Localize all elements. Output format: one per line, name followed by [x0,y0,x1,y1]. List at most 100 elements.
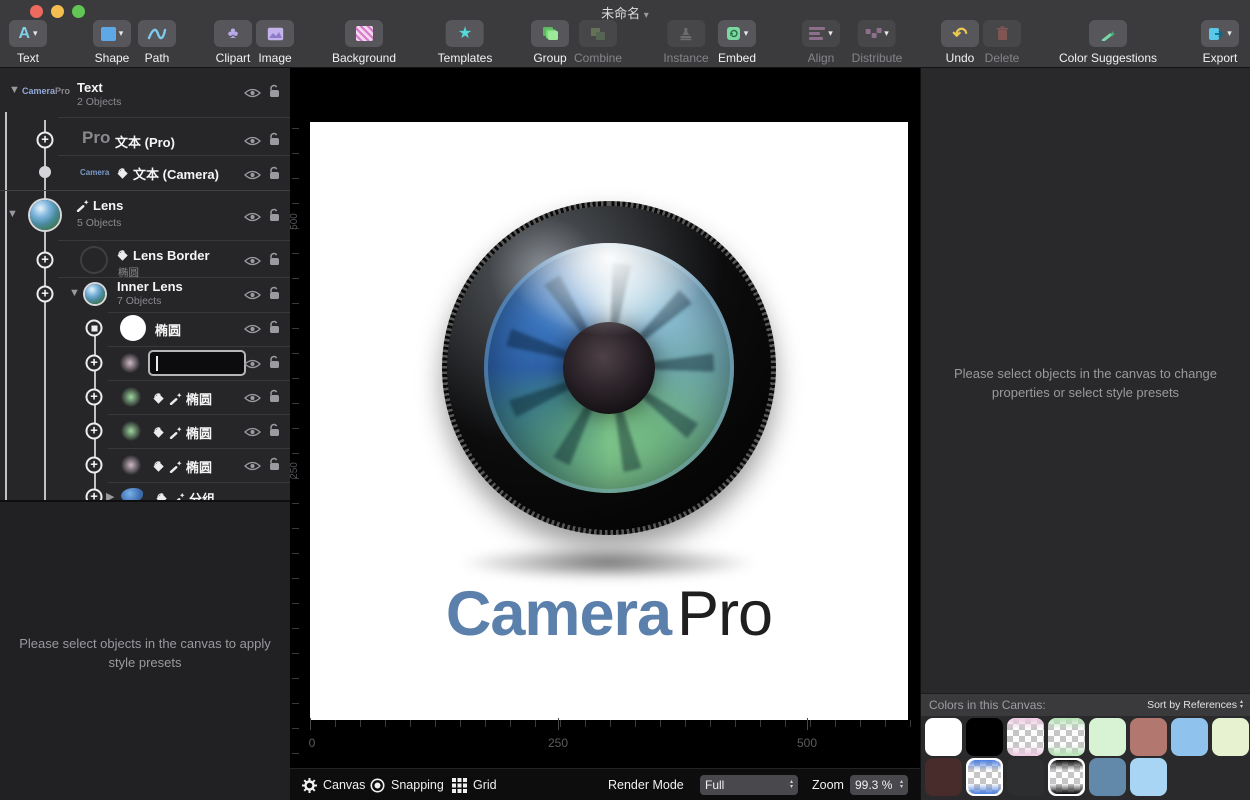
color-swatch[interactable] [1089,718,1126,756]
color-swatch[interactable] [1007,758,1044,796]
lock-icon[interactable] [267,132,281,151]
ruler-major-tick [558,718,559,730]
add-node-button[interactable]: + [86,355,103,372]
color-swatch[interactable] [1089,758,1126,796]
combine-icon [590,27,606,41]
add-node-button[interactable]: + [86,457,103,474]
snapping-toggle-label: Snapping [391,778,444,792]
wand-icon [172,492,185,500]
zoom-stepper[interactable]: 99.3 % ▴▾ [850,775,908,795]
toolbar-shape-button[interactable]: ▾ Shape [93,20,131,65]
disclosure-triangle-icon[interactable]: ▶ [106,490,114,500]
canvas-toggle[interactable]: Canvas [302,769,365,800]
text-icon: A [18,26,30,42]
visibility-eye-icon[interactable] [244,357,261,375]
toolbar-group-button[interactable]: Group [531,20,569,65]
lock-icon[interactable] [267,208,281,227]
lock-icon[interactable] [267,166,281,185]
render-mode-select[interactable]: Full ▴▾ [700,775,798,795]
layer-thumbnail [80,246,108,274]
color-swatch[interactable] [925,758,962,796]
lock-icon[interactable] [267,389,281,408]
lens-drop-shadow [458,546,758,580]
add-node-button[interactable]: + [86,389,103,406]
color-swatch[interactable] [925,718,962,756]
layer-rename-input[interactable] [148,350,246,376]
toolbar-background-button[interactable]: Background [332,20,396,65]
toolbar-distribute-button: ▾ Distribute [852,20,903,65]
visibility-eye-icon[interactable] [244,254,261,272]
layer-thumbnail [120,353,140,373]
lock-icon[interactable] [267,252,281,271]
toolbar-label: Embed [718,51,756,65]
toolbar-label: Instance [663,51,708,65]
color-swatch[interactable] [1048,758,1085,796]
add-node-button[interactable]: + [37,252,54,269]
toolbar-undo-button[interactable]: ↶ Undo [941,20,979,65]
chevron-down-icon: ▾ [644,10,649,21]
node-dot[interactable] [39,166,51,178]
toolbar-color-suggestions-button[interactable]: Color Suggestions [1059,20,1157,65]
row-separator [58,155,290,156]
style-presets-empty-message: Please select objects in the canvas to a… [15,635,275,673]
color-swatch[interactable] [1130,718,1167,756]
disclosure-triangle-icon[interactable]: ▼ [69,287,80,299]
add-node-button[interactable]: + [86,489,103,501]
color-swatch[interactable] [1171,718,1208,756]
canvas-area[interactable]: CameraPro 0 250 500 500 250 [290,68,920,768]
color-swatch[interactable] [966,718,1003,756]
visibility-eye-icon[interactable] [244,210,261,228]
embed-icon [726,26,741,41]
toolbar-path-button[interactable]: Path [138,20,176,65]
visibility-eye-icon[interactable] [244,391,261,409]
row-separator [58,117,290,118]
stop-node-button[interactable] [86,320,103,337]
visibility-eye-icon[interactable] [244,134,261,152]
lock-icon[interactable] [267,423,281,442]
toolbar-image-button[interactable]: Image [256,20,294,65]
disclosure-triangle-icon[interactable]: ▼ [7,208,18,220]
add-node-button[interactable]: + [86,423,103,440]
lock-icon[interactable] [267,320,281,339]
toolbar-clipart-button[interactable]: ♣ Clipart [214,20,252,65]
add-node-button[interactable]: + [37,286,54,303]
toolbar-export-button[interactable]: ▾ Export [1201,20,1239,65]
color-swatch[interactable] [1007,718,1044,756]
toolbar-embed-button[interactable]: ▾ Embed [718,20,756,65]
sort-by-references-select[interactable]: Sort by References▴▾ [1147,699,1243,711]
snapping-toggle[interactable]: Snapping [370,769,444,800]
chevron-down-icon: ▾ [884,29,889,38]
color-swatch[interactable] [966,758,1003,796]
lock-icon[interactable] [267,457,281,476]
chevron-down-icon: ▾ [1227,29,1232,38]
visibility-eye-icon[interactable] [244,425,261,443]
layer-title-wrap: Lens [76,198,123,213]
color-swatch[interactable] [1048,718,1085,756]
visibility-eye-icon[interactable] [244,86,261,104]
toolbar-label: Combine [574,51,622,65]
layer-title-wrap: 分组 [155,489,215,500]
add-node-button[interactable]: + [37,132,54,149]
toolbar-label: Text [17,51,39,65]
row-separator [58,277,290,278]
visibility-eye-icon[interactable] [244,168,261,186]
lock-icon[interactable] [267,286,281,305]
visibility-eye-icon[interactable] [244,288,261,306]
lock-icon[interactable] [267,84,281,103]
clipart-icon: ♣ [228,26,239,42]
color-swatch[interactable] [1130,758,1167,796]
toolbar-templates-button[interactable]: ★ Templates [438,20,493,65]
lens-highlight [484,243,734,493]
color-swatch[interactable] [1212,718,1249,756]
grid-toggle[interactable]: Grid [452,769,497,800]
visibility-eye-icon[interactable] [244,322,261,340]
lock-icon[interactable] [267,355,281,374]
layer-title: 椭圆 [155,320,181,339]
disclosure-triangle-icon[interactable]: ▼ [9,84,20,96]
layer-title: 分组 [189,489,215,500]
ruler-major-tick [807,718,808,730]
paint-bucket-icon [116,167,129,180]
paint-bucket-icon [155,492,168,500]
toolbar-text-button[interactable]: A▾ Text [9,20,47,65]
visibility-eye-icon[interactable] [244,459,261,477]
